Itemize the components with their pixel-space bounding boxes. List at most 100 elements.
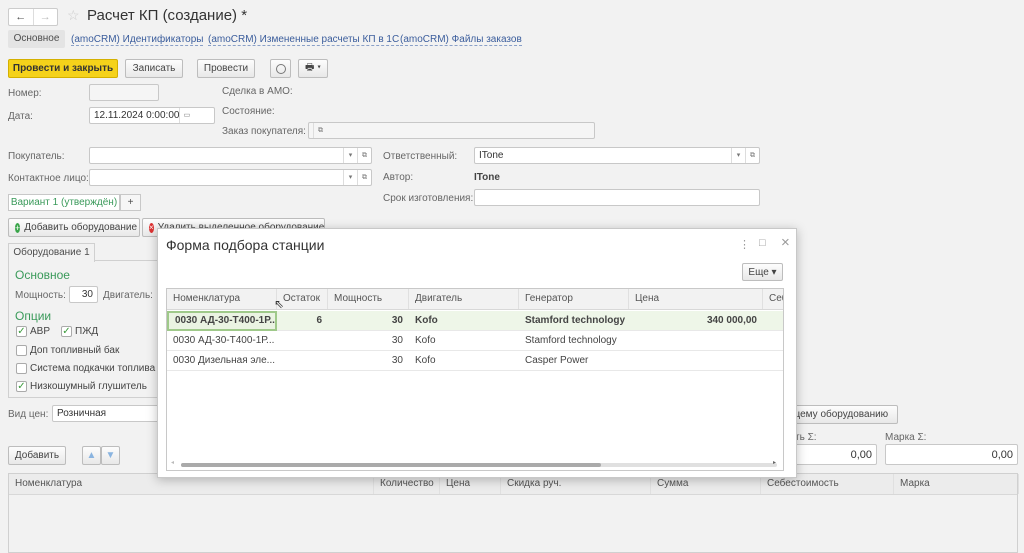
power-input[interactable]: 30 <box>69 286 98 303</box>
print-button[interactable]: 🖶 ▾ <box>298 59 328 78</box>
option-checkbox[interactable]: ✓ <box>16 326 27 337</box>
grid-cell: Casper Power <box>525 355 589 366</box>
grid-column-header[interactable]: Мощность <box>328 289 409 309</box>
post-button[interactable]: Провести <box>197 59 255 78</box>
grid-cell: Stamford technology <box>525 315 626 326</box>
plus-circle-icon: + <box>15 222 21 233</box>
items-table: Номенклатура Количество Цена Скидка руч. Сум… <box>8 473 1019 553</box>
forward-button[interactable]: → <box>34 9 58 25</box>
grid-column-header[interactable]: Двигатель <box>409 289 519 309</box>
order-input[interactable]: ⧉ <box>308 122 595 139</box>
option-checkbox[interactable]: ✓ <box>16 381 27 392</box>
option-label: Доп топливный бак <box>30 345 120 356</box>
option-checkbox[interactable] <box>16 363 27 374</box>
dropdown-icon[interactable]: ▾ <box>731 148 745 163</box>
move-down-button[interactable]: ▼ <box>101 446 120 465</box>
more-menu-icon[interactable]: ⋮ <box>739 238 750 251</box>
author-label: Автор: <box>383 172 414 183</box>
dropdown-icon[interactable]: ▾ <box>343 170 357 185</box>
margin-sum-input[interactable]: 0,00 <box>885 444 1018 465</box>
back-button[interactable]: ← <box>9 9 34 25</box>
post-close-button[interactable]: Провести и закрыть <box>8 59 118 78</box>
printer-icon: 🖶 ▾ <box>305 62 321 73</box>
state-label: Состояние: <box>222 106 275 117</box>
grid-row[interactable]: 0030 Дизельная эле... 30 Kofo Casper Power <box>167 351 783 371</box>
dialog-title: Форма подбора станции <box>166 237 325 253</box>
scrollbar-thumb[interactable] <box>181 463 601 467</box>
engine-label: Двигатель: <box>103 290 153 301</box>
open-icon[interactable]: ⧉ <box>357 170 371 185</box>
grid-cell <box>629 351 763 371</box>
order-label: Заказ покупателя: <box>222 126 306 137</box>
deal-label: Сделка в АМО: <box>222 86 293 97</box>
grid-cell <box>277 331 328 351</box>
margin-sum-label: Марка Σ: <box>885 432 927 443</box>
option-checkbox[interactable]: ✓ <box>61 326 72 337</box>
grid-row[interactable]: 0030 АД-30-Т400-1Р... 6 30 Kofo Stamford tec… <box>167 311 783 331</box>
maximize-icon[interactable]: □ <box>759 237 766 249</box>
delete-circle-icon: × <box>149 222 154 233</box>
grid-column-header[interactable]: Генератор <box>519 289 629 309</box>
grid-column-header[interactable]: Цена <box>629 289 763 309</box>
add-variant-button[interactable]: + <box>120 194 141 211</box>
number-input[interactable] <box>89 84 159 101</box>
tab-amocrm-files[interactable]: (amoCRM) Файлы заказов <box>400 34 522 46</box>
calendar-icon[interactable]: ▭ <box>179 108 193 123</box>
grid-row[interactable]: 0030 АД-30-Т400-1Р... 30 Kofo Stamford tech… <box>167 331 783 351</box>
option-label: Низкошумный глушитель <box>30 381 147 392</box>
date-value: 12.11.2024 0:00:00 <box>94 110 180 121</box>
buyer-input[interactable]: ▾ ⧉ <box>89 147 372 164</box>
save-button[interactable]: Записать <box>125 59 183 78</box>
tab-main[interactable]: Основное <box>8 30 65 48</box>
add-equipment-button[interactable]: + Добавить оборудование <box>8 218 140 237</box>
tab-label: Основное <box>13 33 60 44</box>
power-label: Мощность: <box>15 290 66 301</box>
responsible-input[interactable]: ITone ▾ ⧉ <box>474 147 760 164</box>
scroll-left-icon[interactable]: ◂ <box>171 459 174 466</box>
variant-tab[interactable]: Вариант 1 (утверждён) <box>8 194 120 211</box>
grid-cell <box>629 331 763 351</box>
page-title: Расчет КП (создание) * <box>87 7 248 24</box>
more-button[interactable]: Еще ▾ <box>742 263 783 281</box>
column-header[interactable]: Марка <box>894 474 1019 494</box>
cost-sum-input[interactable]: 0,00 <box>790 444 877 465</box>
grid-cell: 0030 Дизельная эле... <box>173 355 276 366</box>
horizontal-scrollbar[interactable] <box>181 463 777 467</box>
grid-column-header[interactable]: Номенклатура <box>167 289 277 309</box>
add-row-button[interactable]: Добавить <box>8 446 66 465</box>
open-icon[interactable]: ⧉ <box>745 148 759 163</box>
globe-refresh-icon <box>275 63 286 74</box>
grid-cell: 30 <box>391 355 403 366</box>
star-icon[interactable]: ☆ <box>67 7 80 24</box>
grid-column-header[interactable]: Остаток <box>277 289 328 309</box>
grid-cell: 6 <box>316 315 322 326</box>
tab-amocrm-ids[interactable]: (amoCRM) Идентификаторы <box>71 34 204 46</box>
options-section-header: Опции <box>15 309 52 323</box>
term-input[interactable] <box>474 189 760 206</box>
equipment-tab[interactable]: Оборудование 1 <box>8 243 95 262</box>
open-icon[interactable]: ⧉ <box>357 148 371 163</box>
grid-cell: 0030 АД-30-Т400-1Р... <box>173 335 275 346</box>
contact-input[interactable]: ▾ ⧉ <box>89 169 372 186</box>
price-type-label: Вид цен: <box>8 409 49 420</box>
option-checkbox[interactable] <box>16 345 27 356</box>
grid-cell: Kofo <box>415 355 436 366</box>
grid-cell: Stamford technology <box>525 335 617 346</box>
buyer-label: Покупатель: <box>8 151 65 162</box>
apply-equipment-button[interactable]: щему оборудованию <box>785 405 898 424</box>
tab-amocrm-changed[interactable]: (amoCRM) Измененные расчеты КП в 1С <box>208 34 400 46</box>
move-up-button[interactable]: ▲ <box>82 446 101 465</box>
open-icon[interactable]: ⧉ <box>313 123 327 138</box>
number-label: Номер: <box>8 88 42 99</box>
grid-column-header[interactable]: Себ <box>763 289 783 309</box>
main-section-header: Основное <box>15 268 70 282</box>
grid-cell: 30 <box>391 335 403 346</box>
price-type-input[interactable]: Розничная <box>52 405 172 422</box>
grid-cell: 0030 АД-30-Т400-1Р... <box>167 311 277 331</box>
refresh-button[interactable] <box>270 59 291 78</box>
date-input[interactable]: 12.11.2024 0:00:00 ▭ <box>89 107 215 124</box>
scroll-right-icon[interactable]: ▸ <box>773 459 776 466</box>
dropdown-icon[interactable]: ▾ <box>343 148 357 163</box>
close-icon[interactable]: × <box>781 234 790 251</box>
mouse-cursor-icon: ⇖ <box>274 297 285 311</box>
